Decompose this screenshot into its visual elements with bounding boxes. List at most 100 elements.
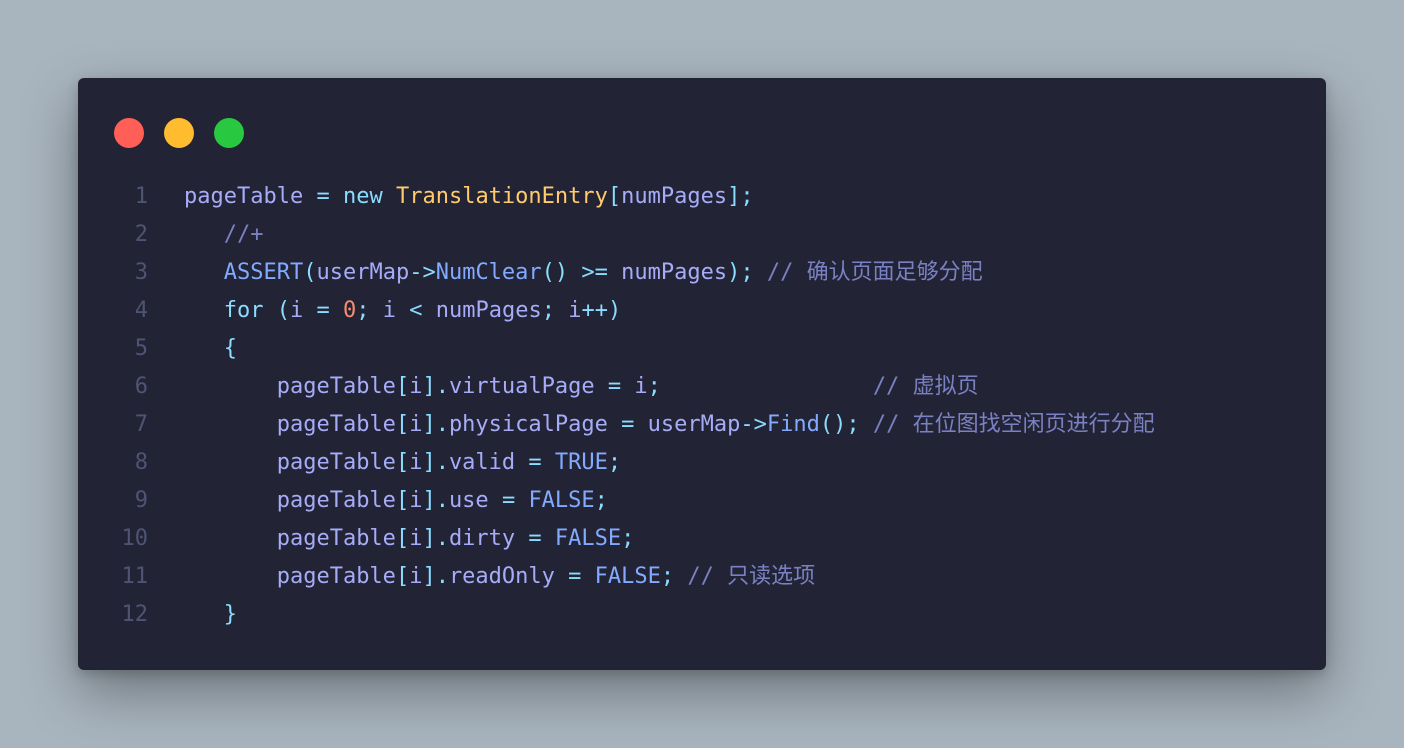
comment-marker: //: [872, 412, 913, 437]
code-punctuation: ;: [356, 298, 370, 323]
line-number: 6: [134, 374, 148, 399]
code-punctuation: [: [395, 488, 410, 513]
code-window: 1 pageTable = new TranslationEntry[numPag…: [78, 78, 1326, 670]
line-number: 2: [134, 222, 148, 247]
code-token: i: [382, 298, 396, 323]
code-punctuation: .: [435, 488, 449, 513]
code-punctuation: ;: [607, 450, 622, 475]
code-punctuation: (: [819, 412, 834, 437]
code-punctuation: .: [435, 564, 449, 589]
code-token: readOnly: [448, 564, 555, 589]
code-operator: ->: [740, 412, 767, 437]
line-source: pageTable[i].dirty = FALSE;: [184, 520, 635, 558]
code-punctuation: ]: [727, 184, 741, 209]
code-block: 1 pageTable = new TranslationEntry[numPag…: [78, 178, 1326, 634]
line-number: 5: [134, 336, 148, 361]
code-token: pageTable: [276, 526, 396, 551]
comment-text: 在位图找空闲页进行分配: [912, 412, 1155, 437]
code-punctuation: ]: [422, 488, 436, 513]
code-token: numPages: [435, 298, 542, 323]
code-token: i: [409, 564, 423, 589]
code-token: pageTable: [276, 488, 396, 513]
code-line: 10 pageTable[i].dirty = FALSE;: [78, 520, 1326, 558]
code-punctuation: .: [435, 412, 449, 437]
code-token: userMap: [647, 412, 741, 437]
code-token: pageTable: [276, 564, 396, 589]
code-comment: // 在位图找空闲页进行分配: [873, 412, 1155, 437]
code-line: 9 pageTable[i].use = FALSE;: [78, 482, 1326, 520]
line-source: pageTable[i].physicalPage = userMap->Fin…: [184, 406, 1155, 444]
code-token: numPages: [621, 184, 728, 209]
code-token: FALSE: [554, 526, 622, 551]
line-number: 8: [134, 450, 148, 475]
code-token: FALSE: [594, 564, 661, 589]
line-source: for (i = 0; i < numPages; i++): [184, 292, 621, 330]
code-token: i: [290, 298, 304, 323]
line-source: pageTable = new TranslationEntry[numPage…: [184, 178, 754, 216]
code-punctuation: (: [303, 260, 317, 285]
code-punctuation: [: [607, 184, 622, 209]
code-token: pageTable: [184, 184, 304, 209]
maximize-dot-icon[interactable]: [214, 118, 244, 148]
code-punctuation: ): [554, 260, 569, 285]
code-token: i: [409, 412, 423, 437]
code-punctuation: (: [276, 298, 290, 323]
code-operator: ++: [581, 298, 608, 323]
comment-marker: //: [872, 374, 913, 399]
code-operator: =: [621, 412, 635, 437]
code-punctuation: ;: [660, 564, 675, 589]
code-token: Find: [766, 412, 820, 437]
code-punctuation: ;: [740, 260, 754, 285]
code-punctuation: [: [395, 450, 410, 475]
code-operator: =: [568, 564, 582, 589]
code-line: 12 }: [78, 596, 1326, 634]
code-comment: // 只读选项: [687, 564, 815, 589]
code-comment: //+: [224, 222, 264, 247]
code-token: pageTable: [276, 412, 396, 437]
code-punctuation: .: [435, 374, 449, 399]
code-punctuation: ;: [846, 412, 860, 437]
code-number: 0: [343, 298, 357, 323]
code-comment: // 确认页面足够分配: [767, 260, 983, 285]
code-punctuation: ]: [422, 450, 436, 475]
code-operator: =: [316, 298, 330, 323]
comment-text: 只读选项: [727, 564, 816, 589]
code-token: i: [409, 526, 423, 551]
code-operator: =: [316, 184, 330, 209]
close-dot-icon[interactable]: [114, 118, 144, 148]
code-token: FALSE: [528, 488, 595, 513]
comment-text: 确认页面足够分配: [806, 260, 983, 285]
code-punctuation: ;: [541, 298, 555, 323]
code-punctuation: ;: [621, 526, 635, 551]
code-comment: // 虚拟页: [873, 374, 979, 399]
code-punctuation: (: [541, 260, 555, 285]
minimize-dot-icon[interactable]: [164, 118, 194, 148]
code-punctuation: ;: [594, 488, 608, 513]
code-line: 5 {: [78, 330, 1326, 368]
line-number: 9: [134, 488, 148, 513]
code-token: physicalPage: [448, 412, 608, 437]
code-token: use: [448, 488, 489, 513]
code-punctuation: }: [223, 602, 237, 627]
code-token: userMap: [316, 260, 410, 285]
comment-marker: //: [687, 564, 728, 589]
code-line: 1 pageTable = new TranslationEntry[numPag…: [78, 178, 1326, 216]
